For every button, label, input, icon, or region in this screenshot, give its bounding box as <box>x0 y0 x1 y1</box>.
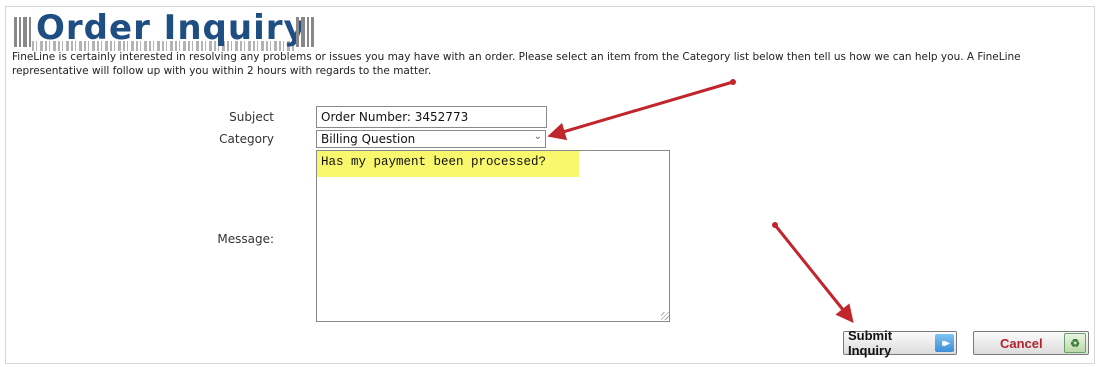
cancel-label: Cancel <box>1000 335 1043 351</box>
message-textarea[interactable]: Has my payment been processed? <box>316 150 670 322</box>
intro-text: FineLine is certainly interested in reso… <box>12 51 1021 77</box>
barcode-icon <box>294 14 320 50</box>
recycle-icon: ♻ <box>1064 333 1086 353</box>
category-value[interactable]: Billing Question <box>316 130 546 148</box>
category-label: Category <box>219 132 274 146</box>
resize-grip-icon[interactable] <box>661 312 669 320</box>
page-title: Order Inquiry <box>36 8 307 48</box>
submit-inquiry-button[interactable]: Submit Inquiry ▸▸ <box>843 328 957 358</box>
subject-input[interactable] <box>316 106 547 128</box>
submit-label: Submit Inquiry <box>848 328 893 358</box>
double-chevron-right-icon: ▸▸ <box>934 334 954 352</box>
message-label: Message: <box>217 232 274 246</box>
category-select[interactable]: Billing Question ⌄ <box>316 130 546 148</box>
subject-label: Subject <box>229 110 274 124</box>
cancel-button[interactable]: Cancel ♻ <box>973 331 1089 355</box>
brand-header: Order Inquiry <box>12 8 322 52</box>
chevron-down-icon[interactable]: ⌄ <box>534 131 542 142</box>
